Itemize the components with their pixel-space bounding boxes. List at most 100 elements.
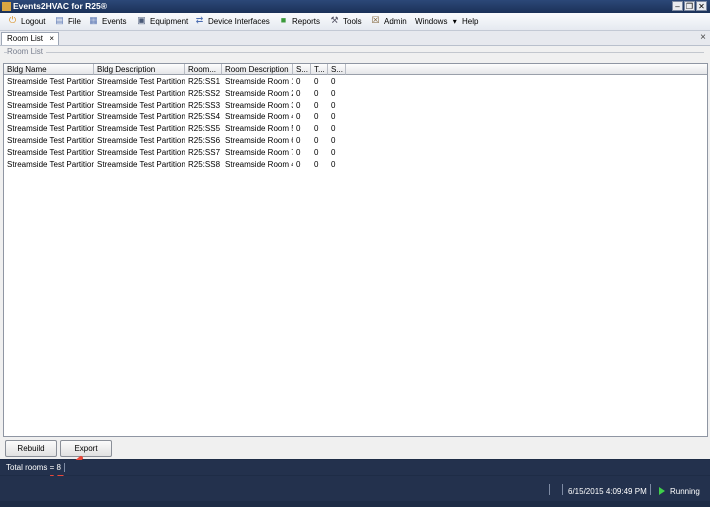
menu-label: Reports bbox=[292, 17, 321, 26]
window-title: Events2HVAC for R25® bbox=[13, 1, 107, 11]
table-cell: Streamside Room 4 bbox=[225, 112, 293, 122]
menu-reports[interactable]: ■ Reports bbox=[278, 13, 320, 30]
menu-device-interfaces[interactable]: ⇄ Device Interfaces bbox=[194, 13, 270, 30]
table-row[interactable]: Streamside Test Partition Streamside Test… bbox=[4, 159, 707, 171]
menu-file[interactable]: ▤ File bbox=[54, 13, 81, 30]
table-row[interactable]: Streamside Test Partition Streamside Test… bbox=[4, 88, 707, 100]
close-document-icon[interactable]: × bbox=[700, 31, 706, 45]
menu-tools[interactable]: ⚒ Tools bbox=[329, 13, 362, 30]
table-cell: 0 bbox=[331, 100, 336, 110]
table-cell: 0 bbox=[331, 124, 336, 134]
column-header-s1[interactable]: S... bbox=[293, 64, 311, 75]
menu-label: Device Interfaces bbox=[208, 17, 270, 26]
table-row[interactable]: Streamside Test Partition Streamside Test… bbox=[4, 100, 707, 112]
menu-label: Admin bbox=[384, 17, 407, 26]
table-cell: Streamside Room 4 bbox=[225, 159, 293, 169]
minimize-button[interactable]: – bbox=[672, 1, 683, 11]
document-tab-bar: Room List × × bbox=[0, 31, 710, 46]
table-cell: 0 bbox=[314, 77, 319, 86]
device-interfaces-icon: ⇄ bbox=[195, 15, 204, 26]
table-row[interactable]: Streamside Test Partition Streamside Test… bbox=[4, 76, 707, 88]
total-rooms-label: Total rooms = 8 bbox=[6, 463, 61, 472]
table-cell: Streamside Test Partition bbox=[7, 136, 94, 145]
table-cell: 0 bbox=[296, 136, 301, 145]
status-separator bbox=[650, 484, 651, 495]
table-cell: R25:SS4 bbox=[188, 112, 221, 122]
table-cell: 0 bbox=[331, 77, 336, 86]
dropdown-arrow-icon: ▾ bbox=[452, 17, 457, 26]
table-row[interactable]: Streamside Test Partition Streamside Test… bbox=[4, 135, 707, 147]
table-cell: Streamside Test Partition bbox=[97, 147, 185, 157]
table-cell: Streamside Test Partition bbox=[7, 77, 94, 86]
restore-button[interactable]: ❐ bbox=[684, 1, 695, 11]
menu-events[interactable]: ▦ Events bbox=[88, 13, 126, 30]
menu-label: Tools bbox=[343, 17, 362, 26]
menu-logout[interactable]: ⏻ Logout bbox=[7, 13, 46, 30]
table-cell: Streamside Test Partition bbox=[7, 159, 94, 169]
table-row[interactable]: Streamside Test Partition Streamside Test… bbox=[4, 111, 707, 123]
column-header-room-description[interactable]: Room Description bbox=[222, 64, 293, 75]
panel-title: Room List bbox=[7, 47, 47, 56]
table-cell: 0 bbox=[331, 147, 336, 157]
reports-icon: ■ bbox=[280, 15, 287, 26]
column-header-bldg-description[interactable]: Bldg Description bbox=[94, 64, 185, 75]
table-cell: Streamside Test Partition bbox=[7, 112, 94, 122]
table-cell: 0 bbox=[296, 112, 301, 122]
table-cell: 0 bbox=[331, 159, 336, 169]
tab-room-list[interactable]: Room List × bbox=[1, 32, 59, 45]
app-icon bbox=[2, 2, 11, 11]
table-cell: Streamside Test Partition bbox=[97, 77, 185, 86]
status-separator bbox=[64, 463, 65, 472]
panel-divider bbox=[4, 52, 704, 53]
table-cell: R25:SS2 bbox=[188, 88, 221, 98]
table-cell: 0 bbox=[296, 88, 301, 98]
status-running: Running bbox=[670, 487, 700, 496]
room-list-panel: Room List Bldg Name Bldg Description Roo… bbox=[0, 46, 710, 489]
menu-admin[interactable]: ☒ Admin bbox=[370, 13, 407, 30]
menu-windows[interactable]: Windows ▾ bbox=[415, 13, 457, 30]
table-cell: R25:SS8 bbox=[188, 159, 221, 169]
events-icon: ▦ bbox=[89, 15, 98, 26]
table-cell: 0 bbox=[296, 100, 301, 110]
running-play-icon bbox=[659, 487, 665, 495]
menu-label: Events bbox=[102, 17, 127, 26]
panel-header: Room List bbox=[4, 47, 704, 58]
table-cell: 0 bbox=[314, 124, 319, 134]
equipment-icon: ▣ bbox=[137, 15, 146, 26]
table-cell: Streamside Room 7 bbox=[225, 147, 293, 157]
table-cell: Streamside Room 6 bbox=[225, 136, 293, 145]
status-bar-totals: Total rooms = 8 bbox=[0, 460, 710, 475]
file-icon: ▤ bbox=[55, 15, 64, 26]
table-cell: 0 bbox=[314, 159, 319, 169]
table-cell: Streamside Test Partition bbox=[97, 159, 185, 169]
table-cell: 0 bbox=[314, 147, 319, 157]
close-window-button[interactable]: ✕ bbox=[696, 1, 707, 11]
close-tab-icon[interactable]: × bbox=[49, 33, 54, 45]
table-cell: Streamside Test Partition bbox=[97, 136, 185, 145]
table-cell: Streamside Test Partition bbox=[97, 100, 185, 110]
table-cell: 0 bbox=[331, 112, 336, 122]
menu-label: File bbox=[68, 17, 81, 26]
menu-label: Logout bbox=[21, 17, 46, 26]
menu-help[interactable]: Help bbox=[462, 13, 478, 30]
column-header-s2[interactable]: S... bbox=[328, 64, 346, 75]
column-header-t[interactable]: T... bbox=[311, 64, 328, 75]
table-cell: Streamside Test Partition bbox=[7, 100, 94, 110]
column-header-room[interactable]: Room... bbox=[185, 64, 222, 75]
table-cell: Streamside Test Partition bbox=[97, 124, 185, 134]
room-table[interactable]: Bldg Name Bldg Description Room... Room … bbox=[3, 63, 708, 437]
menu-equipment[interactable]: ▣ Equipment bbox=[136, 13, 188, 30]
table-row[interactable]: Streamside Test Partition Streamside Test… bbox=[4, 123, 707, 135]
table-cell: 0 bbox=[314, 88, 319, 98]
tools-icon: ⚒ bbox=[330, 15, 339, 26]
column-header-bldg-name[interactable]: Bldg Name bbox=[4, 64, 94, 75]
table-cell: Streamside Test Partition bbox=[97, 112, 185, 122]
table-cell: 0 bbox=[331, 136, 336, 145]
menu-label: Help bbox=[462, 17, 479, 26]
table-row[interactable]: Streamside Test Partition Streamside Test… bbox=[4, 147, 707, 159]
table-cell: R25:SS5 bbox=[188, 124, 221, 134]
title-bar: Events2HVAC for R25® – ❐ ✕ bbox=[0, 0, 710, 13]
table-cell: 0 bbox=[314, 136, 319, 145]
status-separator bbox=[562, 484, 563, 495]
table-cell: Streamside Room 2 bbox=[225, 88, 293, 98]
